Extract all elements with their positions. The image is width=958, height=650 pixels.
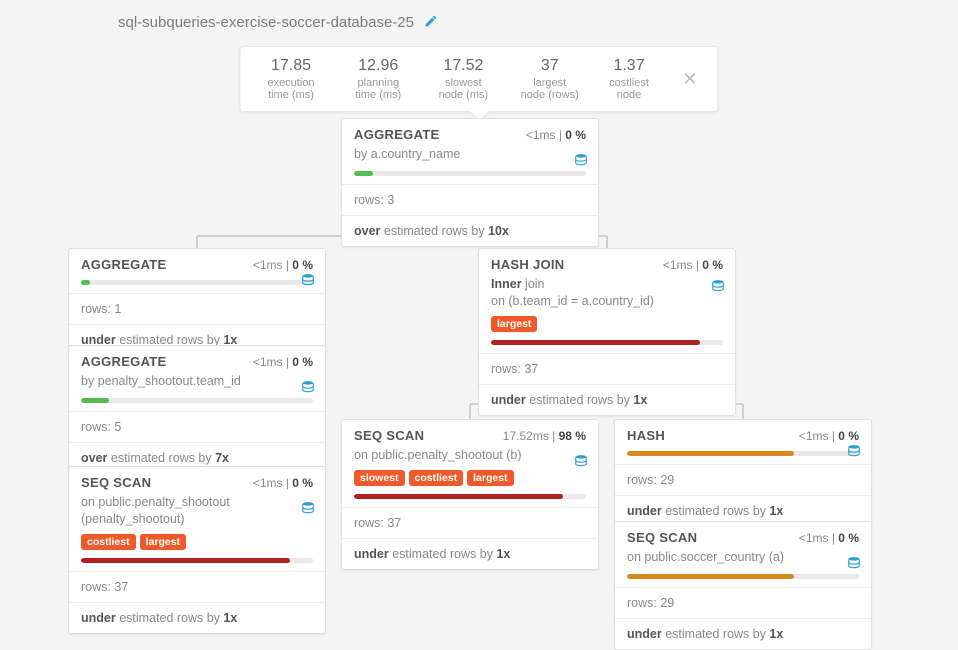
plan-node-aggregate-root[interactable]: AGGREGATE <1ms | 0 % by a.country_name r…	[341, 118, 599, 247]
stat-label: planning time (ms)	[350, 77, 408, 101]
node-bar	[627, 451, 859, 456]
node-rows: rows: 1	[69, 293, 325, 324]
node-bar	[81, 280, 313, 285]
node-detail: on public.penalty_shootout (penalty_shoo…	[81, 494, 313, 528]
disk-icon[interactable]	[301, 380, 315, 394]
node-detail: Inner joinon (b.team_id = a.country_id)	[491, 276, 723, 310]
node-op: HASH JOIN	[491, 257, 565, 272]
node-bar	[627, 574, 859, 579]
node-op: SEQ SCAN	[81, 475, 151, 490]
disk-icon[interactable]	[574, 153, 588, 167]
tag-slowest: slowest	[354, 470, 405, 486]
node-op: SEQ SCAN	[354, 428, 424, 443]
plan-node-aggregate-by-team[interactable]: AGGREGATE <1ms | 0 % by penalty_shootout…	[68, 345, 326, 474]
node-detail: by penalty_shootout.team_id	[81, 373, 313, 390]
stat-label: slowest node (ms)	[435, 77, 492, 101]
tag-largest: largest	[467, 470, 513, 486]
node-rows: rows: 37	[342, 507, 598, 538]
stat-label: costliest node	[608, 77, 651, 101]
plan-node-aggregate[interactable]: AGGREGATE <1ms | 0 % rows: 1 under estim…	[68, 248, 326, 356]
node-rows: rows: 29	[615, 587, 871, 618]
disk-icon[interactable]	[847, 556, 861, 570]
node-rows: rows: 5	[69, 411, 325, 442]
node-time: <1ms | 0 %	[253, 476, 313, 490]
node-rows: rows: 37	[479, 353, 735, 384]
stat-label: largest node (rows)	[520, 77, 580, 101]
stat-slowest: 17.52 slowest node (ms)	[435, 57, 492, 101]
node-estimate: under estimated rows by 1x	[479, 384, 735, 415]
node-op: AGGREGATE	[81, 354, 167, 369]
plan-node-seqscan-country[interactable]: SEQ SCAN <1ms | 0 % on public.soccer_cou…	[614, 521, 872, 650]
disk-icon[interactable]	[847, 444, 861, 458]
node-time: <1ms | 0 %	[526, 128, 586, 142]
node-op: HASH	[627, 428, 665, 443]
node-op: AGGREGATE	[81, 257, 167, 272]
node-detail: on public.soccer_country (a)	[627, 549, 859, 566]
node-detail: by a.country_name	[354, 146, 586, 163]
plan-stats: 17.85 execution time (ms) 12.96 planning…	[240, 46, 719, 112]
stat-label: execution time (ms)	[261, 77, 322, 101]
stat-value: 12.96	[350, 57, 408, 75]
node-time: <1ms | 0 %	[253, 258, 313, 272]
stat-costliest: 1.37 costliest node	[608, 57, 651, 101]
node-bar	[354, 171, 586, 176]
tag-costliest: costliest	[81, 534, 136, 550]
edit-icon[interactable]	[424, 14, 438, 31]
node-rows: rows: 29	[615, 464, 871, 495]
node-time: <1ms | 0 %	[799, 531, 859, 545]
node-time: 17.52ms | 98 %	[503, 429, 586, 443]
tag-largest: largest	[140, 534, 186, 550]
node-estimate: under estimated rows by 1x	[342, 538, 598, 569]
stat-value: 17.52	[435, 57, 492, 75]
disk-icon[interactable]	[574, 454, 588, 468]
node-rows: rows: 37	[69, 571, 325, 602]
node-estimate: under estimated rows by 1x	[615, 618, 871, 649]
page-title: sql-subqueries-exercise-soccer-database-…	[118, 14, 414, 31]
stat-value: 37	[520, 57, 580, 75]
node-rows: rows: 3	[342, 184, 598, 215]
node-detail: on public.penalty_shootout (b)	[354, 447, 586, 464]
close-icon[interactable]: ✕	[682, 69, 697, 90]
node-bar	[354, 494, 586, 499]
disk-icon[interactable]	[711, 279, 725, 293]
stat-plan-time: 12.96 planning time (ms)	[350, 57, 408, 101]
node-time: <1ms | 0 %	[663, 258, 723, 272]
node-estimate: over estimated rows by 10x	[342, 215, 598, 246]
node-bar	[81, 558, 313, 563]
stat-exec-time: 17.85 execution time (ms)	[261, 57, 322, 101]
node-bar	[491, 340, 723, 345]
stat-largest: 37 largest node (rows)	[520, 57, 580, 101]
disk-icon[interactable]	[301, 501, 315, 515]
node-bar	[81, 398, 313, 403]
tag-largest: largest	[491, 316, 537, 332]
node-op: SEQ SCAN	[627, 530, 697, 545]
plan-node-seqscan-ps[interactable]: SEQ SCAN <1ms | 0 % on public.penalty_sh…	[68, 466, 326, 634]
tag-costliest: costliest	[409, 470, 464, 486]
node-time: <1ms | 0 %	[253, 355, 313, 369]
stat-value: 17.85	[261, 57, 322, 75]
node-estimate: under estimated rows by 1x	[69, 602, 325, 633]
disk-icon[interactable]	[301, 273, 315, 287]
plan-node-seqscan-b[interactable]: SEQ SCAN 17.52ms | 98 % on public.penalt…	[341, 419, 599, 570]
plan-node-hash[interactable]: HASH <1ms | 0 % rows: 29 under estimated…	[614, 419, 872, 527]
node-op: AGGREGATE	[354, 127, 440, 142]
stat-value: 1.37	[608, 57, 651, 75]
plan-node-hash-join[interactable]: HASH JOIN <1ms | 0 % Inner joinon (b.tea…	[478, 248, 736, 416]
node-time: <1ms | 0 %	[799, 429, 859, 443]
